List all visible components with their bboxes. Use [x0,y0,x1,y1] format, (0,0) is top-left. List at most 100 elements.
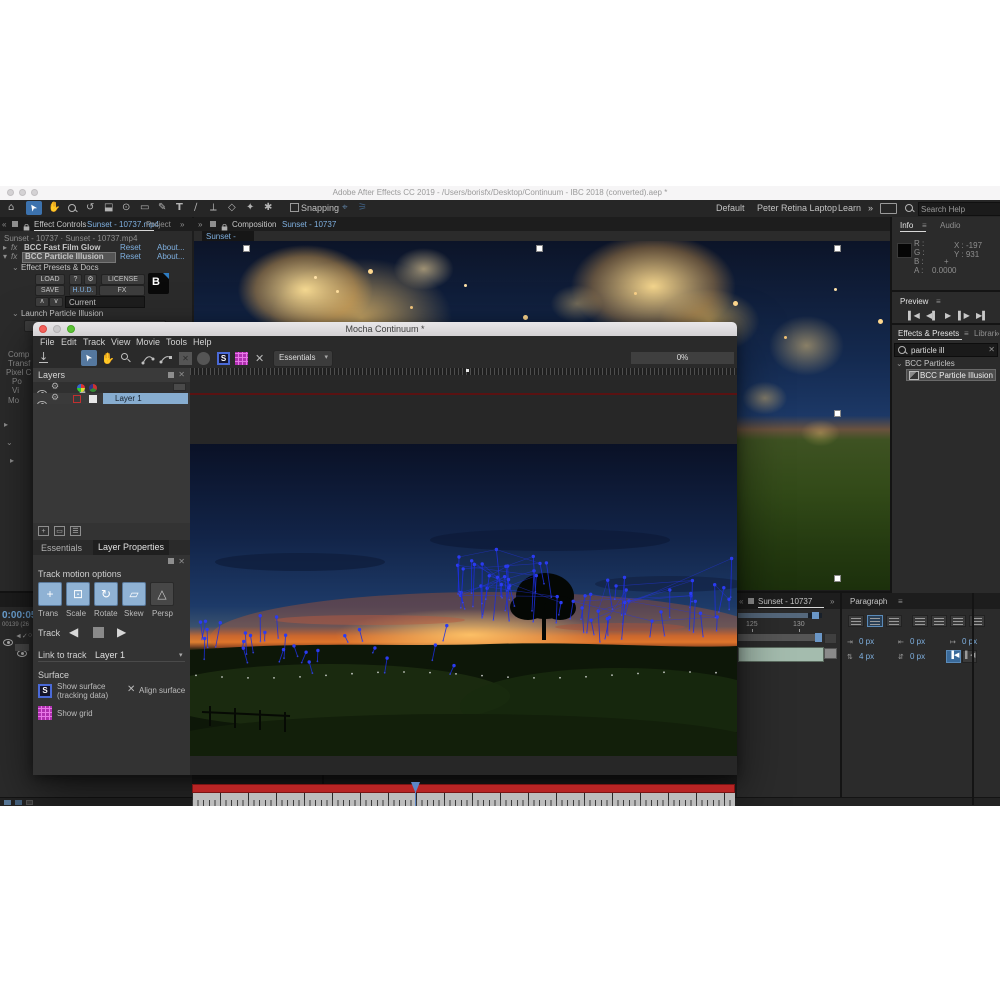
work-area-bar[interactable] [738,634,822,641]
prev-preset-button[interactable]: ∧ [35,297,49,307]
track-forward-button[interactable]: ▶ [117,625,126,639]
tab-essentials[interactable]: Essentials [37,542,86,554]
tab-paragraph[interactable]: Paragraph [850,597,887,606]
layer-handle[interactable] [834,410,841,417]
surface-off-icon[interactable]: ✕ [179,352,192,365]
time-ruler[interactable]: 125 130 [738,620,822,632]
zoom-tool-icon[interactable] [68,204,76,212]
settings-gear-icon[interactable]: ⚙ [84,274,97,285]
prev-frame-icon[interactable]: ◀▌ [926,311,938,320]
layer-label-chip[interactable] [15,644,29,651]
tab-layer-properties[interactable]: Layer Properties [93,540,169,555]
save-project-icon[interactable]: ↓ [39,352,48,363]
layer-eye-icon[interactable] [17,650,27,657]
selection-tool[interactable]: ➤ [26,201,42,215]
eraser-tool-icon[interactable]: ◇ [228,202,236,213]
create-bezier-tool-icon[interactable] [159,352,173,365]
timeline-scrollbar[interactable] [738,613,822,618]
panel-menu-icon[interactable]: ≡ [936,297,941,306]
stop-track-button[interactable] [93,627,104,638]
align-surface-label[interactable]: Align surface [139,686,185,695]
align-center-button[interactable] [867,615,883,627]
solo-icon[interactable]: ○ [28,632,32,639]
layer-matte-chip[interactable] [89,395,97,403]
justify-last-center-button[interactable] [931,615,947,627]
effects-search-input[interactable] [909,345,987,356]
hand-tool-icon[interactable]: ✋ [48,202,60,213]
current-timecode[interactable]: 0:00:05 [2,610,36,621]
gear-column-icon[interactable]: ⚙ [51,382,59,392]
snapping-checkbox[interactable] [290,203,299,212]
layer-row[interactable]: ⚙ Layer 1 [33,393,190,404]
show-grid-label[interactable]: Show grid [57,709,93,718]
twirl-icon[interactable]: ⌄ [6,438,13,447]
lock-icon[interactable] [222,227,228,231]
grid-off-icon[interactable] [197,352,210,365]
layer-handle[interactable] [834,245,841,252]
layer-list-menu-icon[interactable] [173,383,186,391]
workspace-overflow[interactable]: » [868,203,873,213]
track-backwards-button[interactable]: ◀ [69,625,78,639]
load-button[interactable]: LOAD [35,274,65,285]
layer-gear-icon[interactable]: ⚙ [51,393,59,403]
fx-browser-button[interactable]: FX BROWSER [99,285,145,296]
show-surface-toolbar-icon[interactable]: S [217,352,230,365]
menu-edit[interactable]: Edit [61,337,77,347]
lock-icon[interactable] [24,227,30,231]
show-surface-label1[interactable]: Show surface [57,682,105,691]
menu-file[interactable]: File [40,337,55,347]
hud-button[interactable]: H.U.D. [69,285,97,296]
tab-audio[interactable]: Audio [940,221,960,230]
panel-collapse-icon[interactable]: « [739,597,743,606]
presets-group-row[interactable]: ⌄ Effect Presets & Docs [12,263,99,272]
menu-tools[interactable]: Tools [166,337,187,347]
space-after-value[interactable]: 0 px [910,652,925,661]
text-direction-rtl-button[interactable]: ▌◀ [962,650,977,663]
close-panel-icon[interactable]: ✕ [178,370,185,379]
workspace-laptop[interactable]: Peter Retina Laptop [757,203,837,213]
tab-timeline[interactable]: Sunset - 10737 [758,597,812,606]
tab-info[interactable]: Info [900,221,913,230]
footage-image[interactable] [190,444,737,756]
reset-link[interactable]: Reset [120,243,141,252]
align-left-button[interactable] [848,615,864,627]
menu-help[interactable]: Help [193,337,212,347]
effect-row[interactable]: ▾ fx BCC Particle Illusion Reset About..… [0,252,192,262]
first-frame-icon[interactable]: ▌◀ [908,311,920,320]
divider[interactable] [972,593,974,805]
panel-menu-icon[interactable]: ≡ [898,597,903,606]
zoom-tool-icon[interactable] [121,353,128,360]
audio-icon[interactable]: ◄✓ [15,632,28,640]
effect-name[interactable]: BCC Fast Film Glow [24,243,100,252]
motion-rotate-button[interactable]: ↻ [94,582,118,606]
effects-item-row[interactable]: BCC Particle Illusion [906,369,996,381]
workspace-learn[interactable]: Learn [838,203,861,213]
workspace-default[interactable]: Default [716,203,745,213]
tab-effect-controls[interactable]: Effect Controls [34,220,86,229]
current-preset-field[interactable]: Current [65,296,145,308]
menu-track[interactable]: Track [83,337,105,347]
delete-layer-icon[interactable]: ☰ [70,526,81,536]
indent-left-value[interactable]: 0 px [859,637,874,646]
create-xspline-tool-icon[interactable] [141,352,155,365]
effect-name[interactable]: BCC Particle Illusion [25,252,104,261]
graph-editor-icon[interactable] [26,800,33,805]
panel-overflow[interactable]: » [830,597,834,606]
tab-composition[interactable]: Composition [232,220,276,229]
align-right-button[interactable] [886,615,902,627]
indent-right-value[interactable]: 0 px [910,637,925,646]
layer-handle[interactable] [536,245,543,252]
select-tool[interactable]: ➤ [81,350,97,366]
text-direction-ltr-button[interactable]: ▐◀ [946,650,961,663]
align-surface-toolbar-icon[interactable]: ✕ [255,352,264,365]
clear-search-icon[interactable]: ✕ [988,345,995,354]
panel-menu-icon[interactable]: ≡ [964,329,969,338]
justify-last-right-button[interactable] [950,615,966,627]
pen-tool-icon[interactable]: ✎ [158,202,166,213]
panel-menu-icon[interactable]: ≡ [922,221,927,230]
effects-search-box[interactable]: ✕ [894,343,998,357]
snap-option2-icon[interactable]: ⚞ [358,202,367,213]
video-eye-icon[interactable] [3,639,13,646]
scrollbar-thumb[interactable] [738,613,808,618]
new-folder-icon[interactable]: + [38,526,49,536]
